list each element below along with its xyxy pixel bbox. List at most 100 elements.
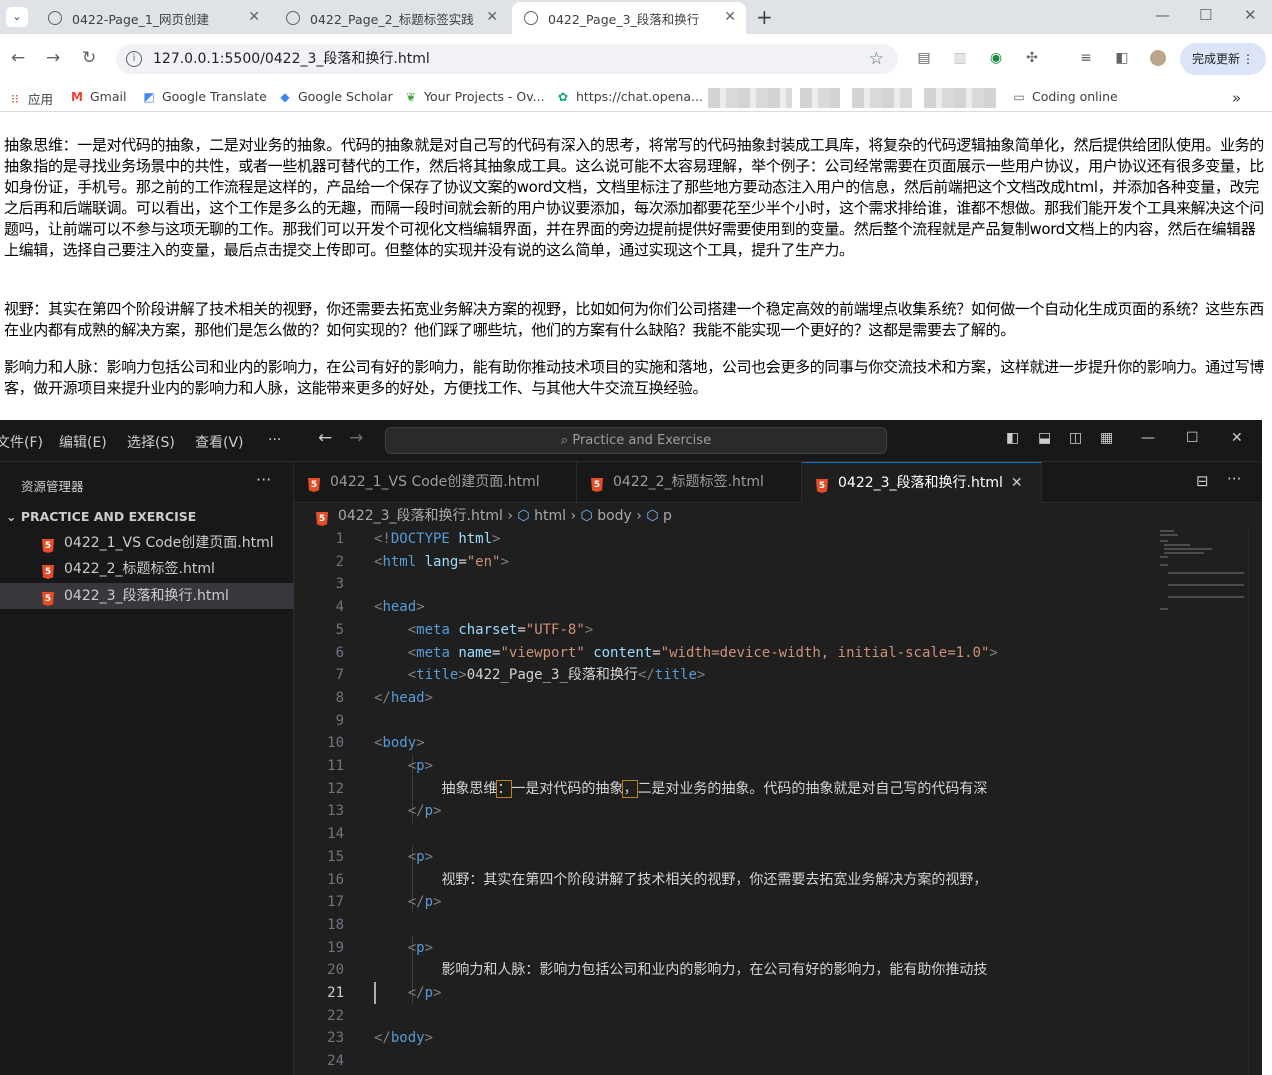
html5-icon: 5 (591, 478, 603, 492)
line-number: 18 (327, 916, 344, 933)
toggle-panel-icon[interactable]: ⬓ (1038, 430, 1051, 446)
menu-edit[interactable]: 编辑(E) (59, 432, 107, 452)
tab-label: 0422_1_VS Code创建页面.html (330, 474, 540, 490)
globe-icon (286, 11, 300, 25)
toggle-sidebar-icon[interactable]: ◧ (1006, 430, 1019, 446)
more-actions-icon[interactable]: ··· (256, 470, 271, 489)
page-viewport: 抽象思维：一是对代码的抽象，二是对业务的抽象。代码的抽象就是对自己写的代码有深入… (0, 112, 1272, 420)
bookmark-apps[interactable]: ⁝⁝ 应用 (8, 89, 53, 108)
menu-selection[interactable]: 选择(S) (127, 432, 175, 452)
bookmark-chatgpt[interactable]: ✿ https://chat.opena... (556, 89, 703, 104)
bookmark-google-scholar[interactable]: ◆ Google Scholar (278, 89, 392, 104)
line-number: 6 (335, 644, 344, 661)
line-number: 20 (327, 962, 344, 979)
line-number: 5 (335, 621, 344, 638)
minimap-line (1160, 534, 1178, 536)
bookmark-coding-online[interactable]: ▭ Coding online (1012, 89, 1117, 104)
folder-header[interactable]: ⌄ PRACTICE AND EXERCISE (0, 506, 294, 528)
breadcrumb-p[interactable]: p (663, 508, 672, 524)
vscode-title-bar: 文件(F) 编辑(E) 选择(S) 查看(V) ··· ← → ⌕ Practi… (0, 420, 1262, 462)
paragraph-vision: 视野：其实在第四个阶段讲解了技术相关的视野，你还需要去拓宽业务解决方案的视野，比… (4, 300, 1264, 339)
profile-avatar[interactable] (1150, 50, 1166, 66)
reload-icon[interactable]: ↻ (82, 48, 96, 68)
forward-icon[interactable]: → (46, 48, 60, 68)
close-tab-icon[interactable]: ✕ (724, 9, 736, 25)
code-line: 16 视野：其实在第四个阶段讲解了技术相关的视野，你还需要去拓宽业务解决方案的视… (294, 869, 1154, 892)
folder-name: PRACTICE AND EXERCISE (20, 509, 197, 524)
more-menu-icon[interactable]: ⋮ (1242, 43, 1254, 75)
bookmark-label: 应用 (28, 92, 54, 107)
chevron-right-icon: › (570, 508, 581, 524)
file-item-2[interactable]: 5 0422_2_标题标签.html (0, 556, 294, 582)
extensions-puzzle-icon[interactable]: ✣ (1024, 50, 1040, 66)
editor-tab-3-active[interactable]: 5 0422_3_段落和换行.html ✕ (802, 462, 1042, 503)
blurred-bookmark[interactable] (800, 88, 840, 108)
bookmark-label: Google Translate (162, 89, 267, 104)
editor-tab-1[interactable]: 5 0422_1_VS Code创建页面.html (294, 462, 577, 503)
menu-view[interactable]: 查看(V) (195, 432, 244, 452)
bookmark-google-translate[interactable]: ◩ Google Translate (142, 89, 267, 104)
media-controls-icon[interactable]: ≡ (1078, 50, 1094, 66)
line-number: 19 (327, 939, 344, 956)
blurred-bookmark[interactable] (924, 88, 996, 108)
minimize-icon[interactable]: — (1141, 430, 1155, 446)
browser-tab-2[interactable]: 0422_Page_2_标题标签实践 ✕ (274, 2, 508, 34)
address-bar[interactable]: i 127.0.0.1:5500/0422_3_段落和换行.html ☆ (116, 44, 898, 74)
side-panel-icon[interactable]: ◧ (1114, 50, 1130, 66)
bookmark-star-icon[interactable]: ☆ (869, 44, 884, 74)
file-item-3-selected[interactable]: 5 0422_3_段落和换行.html (0, 583, 294, 609)
code-line: 3 (294, 573, 1154, 596)
bookmark-overleaf[interactable]: ❦ Your Projects - Ov... (404, 89, 545, 104)
bookmark-gmail[interactable]: M Gmail (70, 89, 126, 104)
minimize-icon[interactable]: — (1155, 6, 1170, 24)
toggle-secondary-sidebar-icon[interactable]: ◫ (1069, 430, 1082, 446)
browser-tab-3-active[interactable]: 0422_Page_3_段落和换行 ✕ (512, 2, 746, 34)
grammarly-icon[interactable]: ◉ (988, 50, 1004, 66)
line-number: 9 (335, 712, 344, 729)
code-line: 20 影响力和人脉：影响力包括公司和业内的影响力，在公司有好的影响力，能有助你推… (294, 959, 1154, 982)
blurred-bookmark[interactable] (708, 88, 792, 108)
back-icon[interactable]: ← (11, 48, 25, 68)
vscode-window: 文件(F) 编辑(E) 选择(S) 查看(V) ··· ← → ⌕ Practi… (0, 420, 1262, 1075)
maximize-icon[interactable]: ☐ (1199, 6, 1212, 24)
close-tab-icon[interactable]: ✕ (486, 9, 498, 25)
more-actions-icon[interactable]: ··· (1227, 470, 1241, 488)
tab-search-icon[interactable]: ⌄ (6, 7, 28, 27)
file-name: 0422_3_段落和换行.html (64, 588, 229, 604)
command-center[interactable]: ⌕ Practice and Exercise (385, 427, 887, 454)
browser-tab-strip: ⌄ 0422-Page_1_网页创建 ✕ 0422_Page_2_标题标签实践 … (0, 0, 1272, 34)
extension-icon[interactable]: ▥ (952, 50, 968, 66)
vertical-scrollbar[interactable] (1248, 528, 1262, 1075)
menu-file[interactable]: 文件(F) (0, 432, 43, 452)
breadcrumb-html[interactable]: html (534, 508, 566, 524)
split-editor-icon[interactable]: ⊟ (1196, 472, 1209, 490)
breadcrumb-body[interactable]: body (597, 508, 632, 524)
reading-mode-icon[interactable]: ▤ (916, 50, 932, 66)
code-line: 4 <head> (294, 596, 1154, 619)
code-editor[interactable]: 1 <!DOCTYPE html> 2 <html lang="en"> 3 4 <h… (294, 528, 1154, 1075)
update-button[interactable]: 完成更新 ⋮ (1180, 43, 1266, 75)
folder-icon: ▭ (1013, 89, 1025, 104)
breadcrumb-file[interactable]: 0422_3_段落和换行.html (338, 508, 503, 524)
menu-more[interactable]: ··· (268, 432, 281, 448)
blurred-bookmark[interactable] (852, 88, 912, 108)
maximize-icon[interactable]: ☐ (1186, 430, 1199, 446)
site-info-icon[interactable]: i (126, 51, 142, 67)
file-item-1[interactable]: 5 0422_1_VS Code创建页面.html (0, 530, 294, 556)
customize-layout-icon[interactable]: ▦ (1100, 430, 1113, 446)
nav-back-icon[interactable]: ← (318, 428, 332, 448)
minimap[interactable] (1154, 528, 1250, 1075)
editor-tab-2[interactable]: 5 0422_2_标题标签.html (577, 462, 802, 503)
more-bookmarks-icon[interactable]: » (1232, 89, 1241, 107)
close-tab-icon[interactable]: ✕ (1011, 475, 1023, 491)
close-window-icon[interactable]: ✕ (1231, 430, 1243, 446)
close-window-icon[interactable]: ✕ (1244, 6, 1257, 24)
new-tab-button[interactable]: + (756, 5, 773, 29)
browser-tab-title: 0422_Page_3_段落和换行 (548, 11, 700, 27)
code-line: 1 <!DOCTYPE html> (294, 528, 1154, 551)
symbol-icon: ⬡ (646, 508, 664, 524)
browser-tab-1[interactable]: 0422-Page_1_网页创建 ✕ (36, 2, 270, 34)
close-tab-icon[interactable]: ✕ (248, 9, 260, 25)
nav-forward-icon[interactable]: → (349, 428, 363, 448)
symbol-icon: ⬡ (517, 508, 535, 524)
